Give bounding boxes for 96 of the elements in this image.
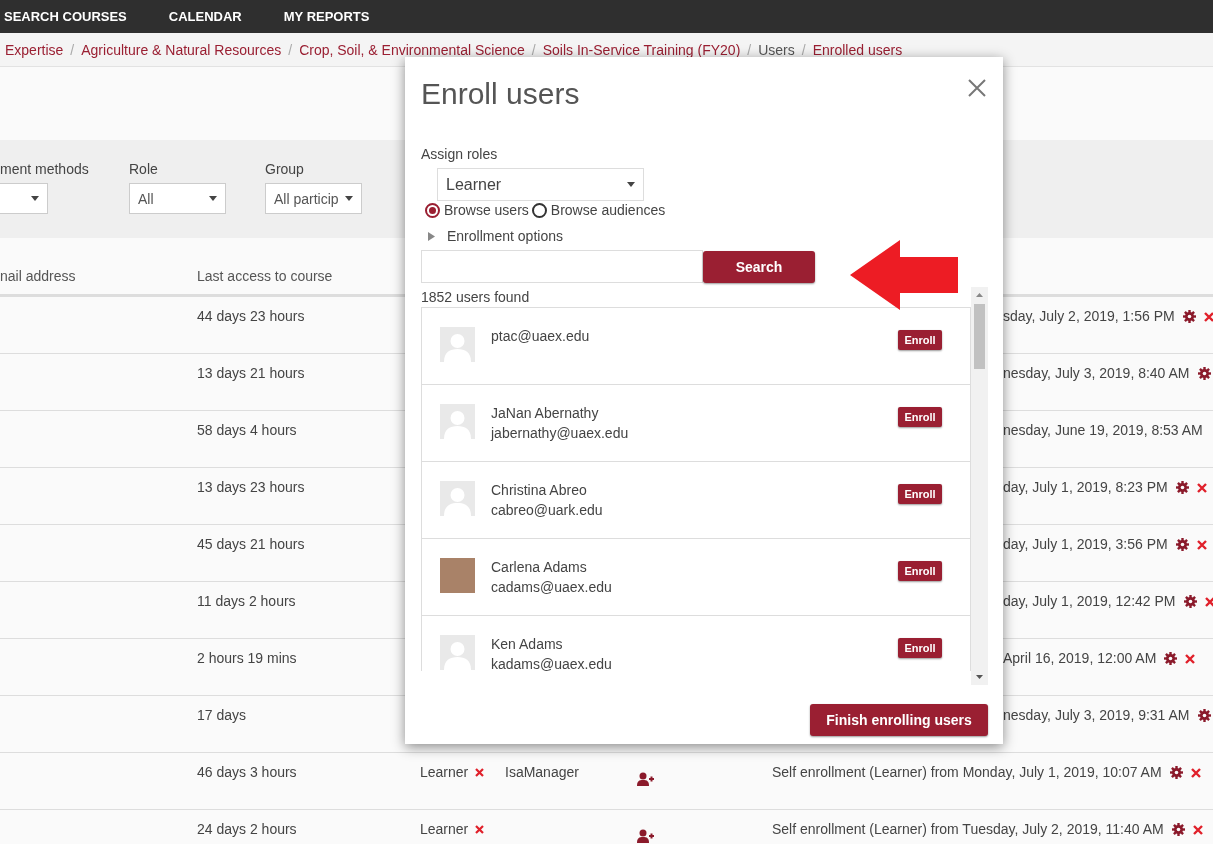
gear-icon[interactable]: [1169, 766, 1183, 779]
scroll-down-icon[interactable]: [976, 675, 983, 679]
enrollment-status: nesday, July 3, 2019, 9:31 AM: [1003, 707, 1190, 723]
enrollment-status: day, July 1, 2019, 12:42 PM: [1003, 593, 1176, 609]
enroll-button[interactable]: Enroll: [898, 638, 942, 658]
user-name: Carlena Adams: [491, 559, 588, 575]
scroll-thumb[interactable]: [974, 304, 985, 369]
nav-link[interactable]: MY REPORTS: [283, 9, 370, 24]
caret-icon: [627, 182, 635, 187]
table-cell: 17 days: [197, 707, 247, 723]
delete-icon[interactable]: [1196, 483, 1207, 493]
caret-icon: [31, 196, 39, 201]
breadcrumb-link[interactable]: Soils In-Service Training (FY20): [542, 41, 741, 58]
table-cell: 2 hours 19 mins: [197, 650, 297, 666]
delete-icon[interactable]: [475, 825, 485, 834]
close-icon[interactable]: [968, 79, 986, 97]
caret-icon: [345, 196, 353, 201]
enroll-button[interactable]: Enroll: [898, 561, 942, 581]
breadcrumb-link[interactable]: Crop, Soil, & Environmental Science: [299, 41, 525, 58]
table-cell: IsaManager: [505, 764, 579, 780]
enrollment-status: nesday, June 19, 2019, 8:53 AM: [1003, 422, 1203, 438]
filter-label: Group: [265, 161, 305, 177]
enrollment-status: nesday, July 3, 2019, 8:40 AM: [1003, 365, 1190, 381]
caret-icon: [209, 196, 217, 201]
enrollment-status: day, July 1, 2019, 8:23 PM: [1003, 479, 1168, 495]
scroll-up-icon[interactable]: [976, 293, 983, 297]
column-header[interactable]: nail address: [0, 268, 197, 284]
delete-icon[interactable]: [1203, 312, 1213, 322]
enrollment-status: April 16, 2019, 12:00 AM: [1003, 650, 1157, 666]
breadcrumb-item[interactable]: Users: [758, 41, 795, 58]
breadcrumb-link[interactable]: Enrolled users: [812, 41, 903, 58]
table-cell: 11 days 2 hours: [197, 593, 296, 609]
user-email: cabreo@uark.edu: [491, 502, 604, 518]
filter-label: ment methods: [0, 161, 90, 177]
enroll-button[interactable]: Enroll: [898, 330, 942, 350]
table-cell: 24 days 2 hours: [197, 821, 297, 837]
table-cell: 13 days 23 hours: [197, 479, 305, 495]
enrollment-status: Self enrollment (Learner) from Tuesday, July 2, 2019, 11:40 AM: [772, 821, 1164, 837]
add-user-icon[interactable]: [637, 829, 654, 843]
role-label: Learner: [420, 821, 469, 837]
table-cell: 46 days 3 hours: [197, 764, 297, 780]
user-name: JaNan Abernathy: [491, 405, 600, 421]
delete-icon[interactable]: [1196, 540, 1207, 550]
role-select[interactable]: Learner: [437, 168, 644, 201]
table-cell: 58 days 4 hours: [197, 422, 297, 438]
result-count: 1852 users found: [421, 289, 530, 305]
enrollment-status: Self enrollment (Learner) from Monday, July 1, 2019, 10:07 AM: [772, 764, 1162, 780]
filter-label: Role: [129, 161, 159, 177]
field-label: Assign roles: [421, 146, 499, 162]
breadcrumb-separator: /: [70, 41, 75, 58]
add-user-icon[interactable]: [637, 772, 654, 786]
enroll-button[interactable]: Enroll: [898, 407, 942, 427]
filter-select[interactable]: All: [129, 183, 226, 214]
gear-icon[interactable]: [1175, 481, 1189, 494]
gear-icon[interactable]: [1183, 595, 1197, 608]
role-label: Learner: [420, 764, 469, 780]
enrollment-status: sday, July 2, 2019, 1:56 PM: [1003, 308, 1175, 324]
radio-option[interactable]: Browse audiences: [531, 202, 666, 218]
radio-option[interactable]: Browse users: [425, 202, 529, 218]
nav-link[interactable]: SEARCH COURSES: [4, 9, 127, 24]
user-email: jabernathy@uaex.edu: [491, 425, 630, 441]
delete-icon[interactable]: [1192, 825, 1203, 835]
breadcrumb-link[interactable]: Agriculture & Natural Resources: [81, 41, 282, 58]
scrollbar[interactable]: [971, 287, 988, 685]
gear-icon[interactable]: [1182, 310, 1196, 323]
gear-icon[interactable]: [1164, 652, 1178, 665]
delete-icon[interactable]: [475, 768, 485, 777]
user-email: ptac@uaex.edu: [491, 328, 591, 344]
delete-icon[interactable]: [1204, 597, 1213, 607]
delete-icon[interactable]: [1185, 654, 1196, 664]
enrollment-options-toggle[interactable]: Enrollment options: [428, 228, 988, 244]
search-button[interactable]: Search: [703, 250, 815, 283]
user-name: Christina Abreo: [491, 482, 588, 498]
dialog-title: Enroll users: [421, 77, 580, 111]
nav-link[interactable]: CALENDAR: [168, 9, 242, 24]
gear-icon[interactable]: [1175, 538, 1189, 551]
table-cell: 13 days 21 hours: [197, 365, 305, 381]
breadcrumb-separator: /: [747, 41, 752, 58]
gear-icon[interactable]: [1197, 709, 1211, 722]
table-cell: 45 days 21 hours: [197, 536, 305, 552]
delete-icon[interactable]: [1190, 768, 1201, 778]
breadcrumb-separator: /: [288, 41, 293, 58]
enroll-button[interactable]: Enroll: [898, 484, 942, 504]
breadcrumb-separator: /: [531, 41, 536, 58]
filter-select[interactable]: All particip: [265, 183, 362, 214]
gear-icon[interactable]: [1197, 367, 1211, 380]
user-name: Ken Adams: [491, 636, 564, 652]
user-email: cadams@uaex.edu: [491, 579, 613, 595]
table-cell: 44 days 23 hours: [197, 308, 305, 324]
search-field[interactable]: [421, 250, 703, 283]
gear-icon[interactable]: [1171, 823, 1185, 836]
enrollment-status: day, July 1, 2019, 3:56 PM: [1003, 536, 1168, 552]
user-email: kadams@uaex.edu: [491, 656, 613, 671]
breadcrumb-separator: /: [801, 41, 806, 58]
breadcrumb-link[interactable]: Expertise: [5, 41, 64, 58]
finish-button[interactable]: Finish enrolling users: [810, 704, 988, 736]
